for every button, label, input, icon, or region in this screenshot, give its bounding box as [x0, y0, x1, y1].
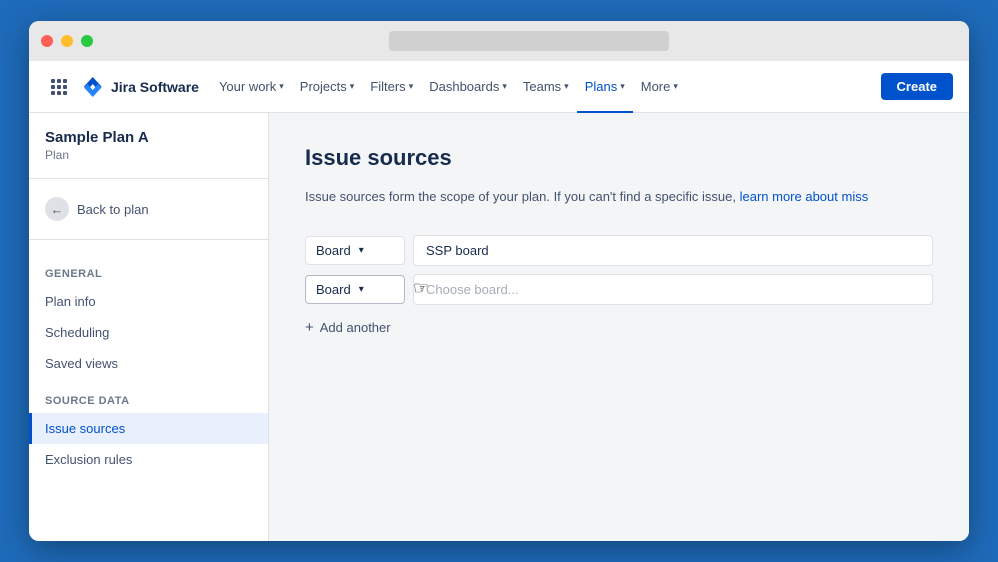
titlebar	[29, 21, 969, 61]
page-title: Issue sources	[305, 145, 933, 171]
section-gap-2	[29, 379, 268, 395]
sidebar-divider-2	[29, 239, 268, 240]
source-value-placeholder-2[interactable]: Choose board...	[413, 274, 933, 305]
general-section-label: GENERAL	[29, 268, 268, 286]
section-gap	[29, 252, 268, 268]
nav-item-your-work[interactable]: Your work ▾	[211, 61, 292, 113]
chevron-down-icon: ▾	[620, 81, 625, 92]
back-label: Back to plan	[77, 202, 149, 217]
sidebar-item-scheduling[interactable]: Scheduling	[29, 317, 268, 348]
source-value-1[interactable]: SSP board	[413, 235, 933, 266]
nav-item-filters[interactable]: Filters ▾	[362, 61, 421, 113]
source-row-1: Board ▾ SSP board	[305, 235, 933, 266]
apps-grid-icon	[51, 79, 67, 95]
sidebar-item-plan-info[interactable]: Plan info	[29, 286, 268, 317]
address-bar[interactable]	[389, 31, 669, 51]
nav-item-plans[interactable]: Plans ▾	[577, 61, 633, 113]
plan-subtitle: Plan	[29, 148, 268, 178]
app-window: Jira Software Your work ▾ Projects ▾ Fil…	[29, 21, 969, 541]
create-button[interactable]: Create	[881, 73, 953, 100]
chevron-down-icon: ▾	[564, 81, 569, 92]
nav-item-more[interactable]: More ▾	[633, 61, 686, 113]
back-arrow-icon: ←	[45, 197, 69, 221]
source-data-section-label: SOURCE DATA	[29, 395, 268, 413]
sidebar-item-saved-views[interactable]: Saved views	[29, 348, 268, 379]
add-another-label: Add another	[320, 320, 391, 335]
jira-logo-icon	[81, 75, 105, 99]
source-type-select-1[interactable]: Board ▾	[305, 236, 405, 265]
apps-menu-button[interactable]	[45, 73, 73, 101]
maximize-button[interactable]	[81, 35, 93, 47]
chevron-down-icon: ▾	[359, 284, 364, 295]
chevron-down-icon: ▾	[409, 81, 414, 92]
plan-name: Sample Plan A	[29, 129, 268, 148]
back-to-plan-button[interactable]: ← Back to plan	[29, 191, 268, 227]
nav-item-projects[interactable]: Projects ▾	[292, 61, 363, 113]
chevron-down-icon: ▾	[502, 81, 507, 92]
chevron-down-icon: ▾	[279, 81, 284, 92]
learn-more-link[interactable]: learn more about miss	[740, 189, 869, 204]
nav-item-teams[interactable]: Teams ▾	[515, 61, 577, 113]
sidebar-divider	[29, 178, 268, 179]
main-area: Sample Plan A Plan ← Back to plan GENERA…	[29, 113, 969, 541]
chevron-down-icon: ▾	[359, 245, 364, 256]
content-area: Issue sources Issue sources form the sco…	[269, 113, 969, 541]
sidebar: Sample Plan A Plan ← Back to plan GENERA…	[29, 113, 269, 541]
source-row-2: Board ▾ Choose board... ☞	[305, 274, 933, 305]
sidebar-item-issue-sources[interactable]: Issue sources	[29, 413, 268, 444]
add-another-button[interactable]: + Add another	[305, 313, 933, 342]
chevron-down-icon: ▾	[673, 81, 678, 92]
content-description: Issue sources form the scope of your pla…	[305, 187, 933, 207]
logo-text: Jira Software	[111, 79, 199, 95]
source-type-select-2[interactable]: Board ▾	[305, 275, 405, 304]
navbar: Jira Software Your work ▾ Projects ▾ Fil…	[29, 61, 969, 113]
close-button[interactable]	[41, 35, 53, 47]
chevron-down-icon: ▾	[350, 81, 355, 92]
plus-icon: +	[305, 319, 314, 336]
nav-item-dashboards[interactable]: Dashboards ▾	[421, 61, 515, 113]
minimize-button[interactable]	[61, 35, 73, 47]
logo[interactable]: Jira Software	[81, 75, 199, 99]
sidebar-item-exclusion-rules[interactable]: Exclusion rules	[29, 444, 268, 475]
